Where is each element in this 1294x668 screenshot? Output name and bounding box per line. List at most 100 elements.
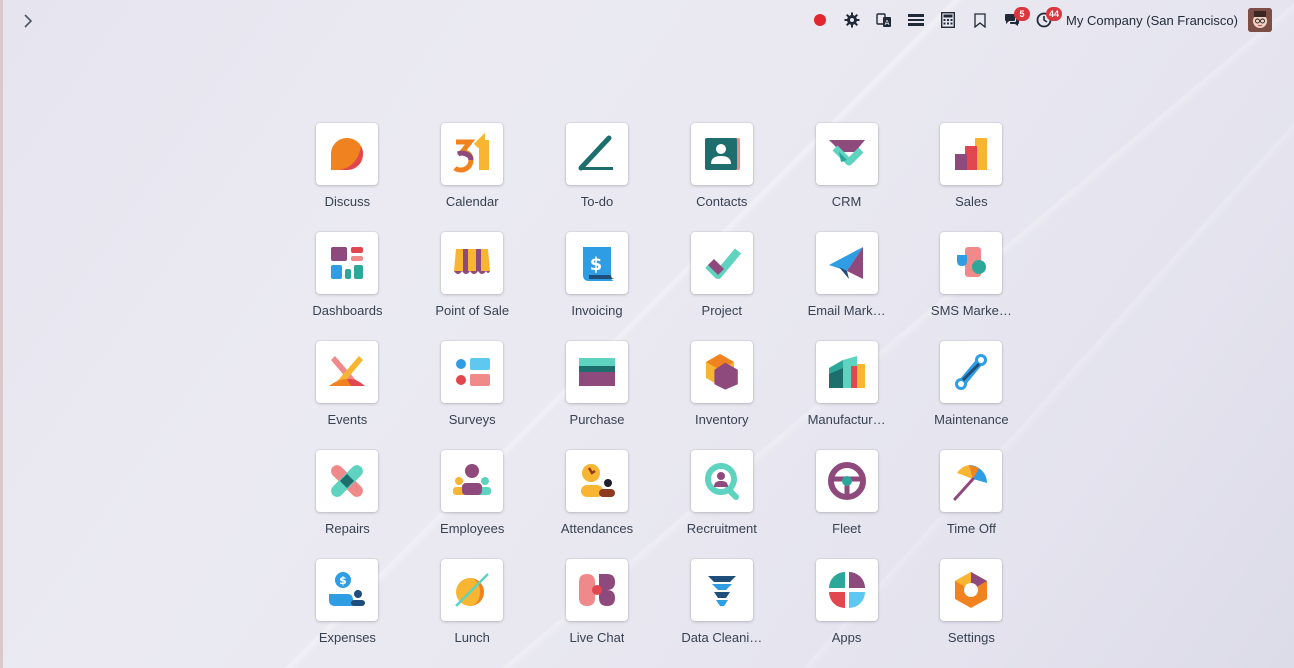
record-button[interactable] [804,8,836,32]
app-project[interactable]: Project [659,232,784,341]
app-time-off[interactable]: Time Off [909,450,1034,559]
app-label: To-do [580,194,614,209]
app-surveys[interactable]: Surveys [410,341,535,450]
app-calendar[interactable]: Calendar [410,123,535,232]
app-point-of-sale[interactable]: Point of Sale [410,232,535,341]
app-employees[interactable]: Employees [410,450,535,559]
app-live-chat[interactable]: Live Chat [535,559,660,668]
activities-count-badge: 44 [1046,7,1063,21]
todo-icon [578,135,613,171]
language-button[interactable]: A [868,8,900,32]
app-label: Point of Sale [435,303,510,318]
app-tile [316,232,379,294]
app-label: Calendar [445,194,499,209]
app-attendances[interactable]: Attendances [535,450,660,559]
app-tile [815,450,878,512]
dashboards-icon [331,247,364,279]
app-dashboards[interactable]: Dashboards [285,232,410,341]
app-label: Time Off [946,521,996,536]
translate-icon: A [876,13,892,27]
app-tile [690,232,753,294]
avatar-icon [1248,8,1272,32]
app-label: Maintenance [934,412,1009,427]
app-tile: $ [565,232,628,294]
systray: A 5 44 My Company (San Francisco) [804,7,1272,32]
app-label: Live Chat [569,630,625,645]
app-settings[interactable]: Settings [909,559,1034,668]
app-label: Events [327,412,368,427]
app-tile [815,341,878,403]
time-off-icon [953,465,988,501]
settings-icon [955,572,988,608]
app-tile [316,123,379,185]
company-switcher[interactable]: My Company (San Francisco) [1066,13,1238,28]
app-tile [690,559,753,621]
activities-button[interactable]: 44 [1028,7,1063,32]
switch-view-button[interactable] [900,8,932,32]
discuss-icon [331,138,364,170]
record-icon [814,14,827,26]
app-fleet[interactable]: Fleet [784,450,909,559]
app-expenses[interactable]: $ Expenses [285,559,410,668]
calculator-button[interactable] [932,8,964,32]
app-lunch[interactable]: Lunch [410,559,535,668]
app-inventory[interactable]: Inventory [659,341,784,450]
app-discuss[interactable]: Discuss [285,123,410,232]
crm-icon [828,140,865,166]
messages-button[interactable]: 5 [996,7,1031,32]
app-invoicing[interactable]: $ Invoicing [535,232,660,341]
app-purchase[interactable]: Purchase [535,341,660,450]
app-email-marketing[interactable]: Email Mark… [784,232,909,341]
app-events[interactable]: Events [285,341,410,450]
gear-icon [844,12,860,28]
app-tile [316,341,379,403]
app-label: Apps [831,630,862,645]
email-marketing-icon [828,247,863,279]
app-repairs[interactable]: Repairs [285,450,410,559]
app-tile [815,232,878,294]
app-tile: $ [316,559,379,621]
app-label: Fleet [832,521,862,536]
app-sms-marketing[interactable]: SMS Marke… [909,232,1034,341]
svg-text:$: $ [590,254,603,275]
app-recruitment[interactable]: Recruitment [659,450,784,559]
project-icon [704,248,741,279]
app-contacts[interactable]: Contacts [659,123,784,232]
window-edge [0,0,3,668]
app-label: CRM [831,194,862,209]
app-crm[interactable]: CRM [784,123,909,232]
app-tile [940,559,1003,621]
app-label: Lunch [454,630,490,645]
app-label: Repairs [325,521,370,536]
repairs-icon [331,465,364,497]
debug-settings-button[interactable] [836,8,868,32]
app-tile [940,450,1003,512]
sidebar-toggle-button[interactable] [18,10,38,32]
sales-icon [955,138,988,170]
app-maintenance[interactable]: Maintenance [909,341,1034,450]
purchase-icon [578,358,615,386]
app-apps[interactable]: Apps [784,559,909,668]
app-tile [441,450,504,512]
contacts-icon [704,138,740,170]
user-avatar[interactable] [1248,8,1272,32]
app-todo[interactable]: To-do [535,123,660,232]
app-tile [441,341,504,403]
app-data-cleaning[interactable]: Data Cleani… [659,559,784,668]
events-icon [329,356,366,386]
apps-icon [828,572,865,608]
app-label: Inventory [695,412,749,427]
manufacturing-icon [828,356,865,388]
app-label: Recruitment [686,521,757,536]
calculator-icon [941,12,956,28]
employees-icon [453,464,492,495]
app-tile [940,232,1003,294]
app-manufacturing[interactable]: Manufactur… [784,341,909,450]
fleet-icon [827,462,866,500]
bookmark-button[interactable] [964,8,996,32]
app-label: SMS Marke… [930,303,1012,318]
app-tile [690,341,753,403]
maintenance-icon [955,354,988,390]
app-sales[interactable]: Sales [909,123,1034,232]
app-label: Data Cleani… [681,630,763,645]
